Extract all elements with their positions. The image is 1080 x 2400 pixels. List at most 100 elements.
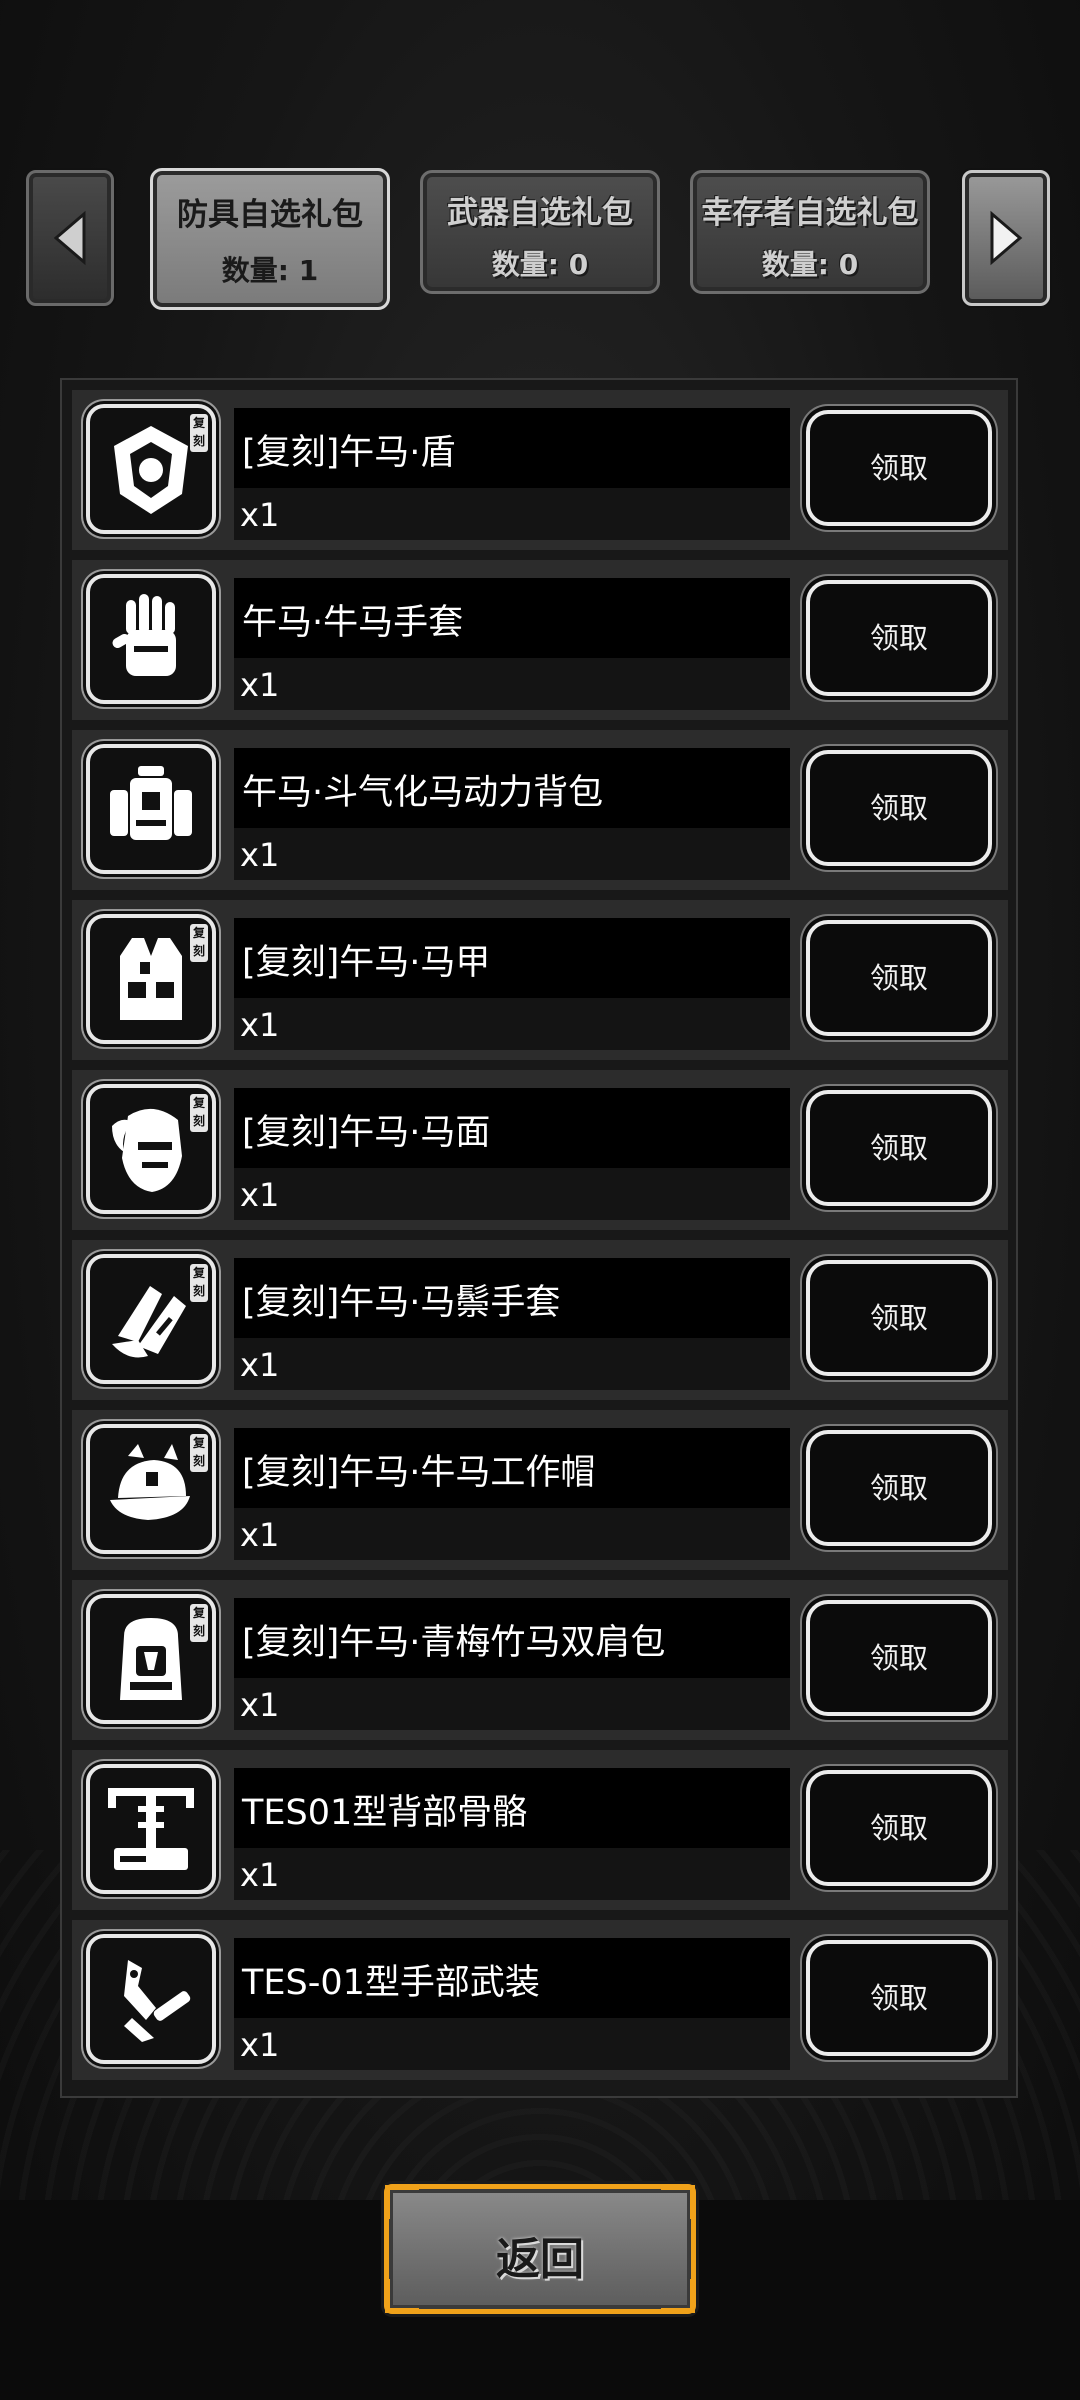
item-icon-frame <box>86 1764 216 1894</box>
item-qty: x1 <box>240 1856 280 1894</box>
item-name: 午马·牛马手套 <box>242 603 464 643</box>
item-icon-frame: 复刻 <box>86 1254 216 1384</box>
item-icon-frame: 复刻 <box>86 1424 216 1554</box>
item-qty-bar: x1 <box>234 1508 790 1560</box>
item-qty-bar: x1 <box>234 1168 790 1220</box>
list-item: 复刻 [复刻]午马·马鬃手套 x1 领取 <box>72 1240 1008 1400</box>
tab-count: 数量: 1 <box>221 254 319 287</box>
claim-button[interactable]: 领取 <box>806 410 992 526</box>
item-qty: x1 <box>240 1176 280 1214</box>
item-qty: x1 <box>240 666 280 704</box>
claim-button[interactable]: 领取 <box>806 1940 992 2056</box>
item-qty-bar: x1 <box>234 488 790 540</box>
tab-armor-pack[interactable]: 防具自选礼包 数量: 1 <box>150 168 390 310</box>
list-item: 复刻 [复刻]午马·盾 x1 领取 <box>72 390 1008 550</box>
claim-button[interactable]: 领取 <box>806 1770 992 1886</box>
tab-title: 武器自选礼包 <box>447 195 633 231</box>
item-icon-frame: 复刻 <box>86 404 216 534</box>
work-cap-icon <box>110 1444 190 1520</box>
tab-count: 数量: 0 <box>761 248 859 281</box>
tab-survivor-pack[interactable]: 幸存者自选礼包 数量: 0 <box>690 170 930 294</box>
item-icon-frame <box>86 744 216 874</box>
item-name-bar: [复刻]午马·马甲 <box>234 918 790 998</box>
item-list[interactable]: 复刻 [复刻]午马·盾 x1 领取 午马·牛马手套 x1 领取 午马·斗气化马动… <box>60 378 1018 2098</box>
back-button-label: 返回 <box>496 2234 584 2285</box>
rerun-badge: 复刻 <box>190 1094 208 1132</box>
rerun-badge: 复刻 <box>190 1604 208 1642</box>
back-exoskeleton-icon <box>108 1788 194 1870</box>
power-backpack-icon <box>110 766 192 840</box>
item-qty-bar: x1 <box>234 998 790 1050</box>
list-item: 复刻 [复刻]午马·马面 x1 领取 <box>72 1070 1008 1230</box>
claim-button[interactable]: 领取 <box>806 580 992 696</box>
vest-icon <box>120 938 182 1020</box>
item-qty: x1 <box>240 1346 280 1384</box>
item-qty-bar: x1 <box>234 828 790 880</box>
rerun-badge: 复刻 <box>190 1264 208 1302</box>
item-icon-frame: 复刻 <box>86 914 216 1044</box>
item-icon-frame <box>86 574 216 704</box>
item-icon-frame: 复刻 <box>86 1084 216 1214</box>
item-qty-bar: x1 <box>234 658 790 710</box>
corner-ornament <box>661 2185 695 2219</box>
item-name: [复刻]午马·青梅竹马双肩包 <box>242 1623 666 1663</box>
item-qty: x1 <box>240 496 280 534</box>
item-qty-bar: x1 <box>234 1848 790 1900</box>
item-qty: x1 <box>240 1686 280 1724</box>
back-button[interactable]: 返回 <box>384 2184 696 2314</box>
item-name: [复刻]午马·马鬃手套 <box>242 1283 561 1323</box>
horse-mask-icon <box>112 1108 182 1192</box>
tab-weapon-pack[interactable]: 武器自选礼包 数量: 0 <box>420 170 660 294</box>
item-qty: x1 <box>240 836 280 874</box>
item-qty-bar: x1 <box>234 1678 790 1730</box>
list-item: 午马·斗气化马动力背包 x1 领取 <box>72 730 1008 890</box>
claim-button[interactable]: 领取 <box>806 750 992 866</box>
item-name: [复刻]午马·马甲 <box>242 943 491 983</box>
corner-ornament <box>385 2185 419 2219</box>
rerun-badge: 复刻 <box>190 414 208 452</box>
item-name-bar: TES-01型手部武装 <box>234 1938 790 2018</box>
item-qty-bar: x1 <box>234 1338 790 1390</box>
item-name: [复刻]午马·马面 <box>242 1113 491 1153</box>
rerun-badge: 复刻 <box>190 924 208 962</box>
arm-weapon-icon <box>124 1960 191 2042</box>
item-name-bar: [复刻]午马·牛马工作帽 <box>234 1428 790 1508</box>
backpack-icon <box>120 1618 182 1700</box>
glove-icon <box>112 594 176 676</box>
item-name: [复刻]午马·牛马工作帽 <box>242 1453 596 1493</box>
tab-title: 幸存者自选礼包 <box>701 195 919 231</box>
item-name-bar: [复刻]午马·盾 <box>234 408 790 488</box>
item-qty: x1 <box>240 1006 280 1044</box>
tab-count: 数量: 0 <box>491 248 589 281</box>
item-name-bar: [复刻]午马·青梅竹马双肩包 <box>234 1598 790 1678</box>
claim-button[interactable]: 领取 <box>806 920 992 1036</box>
item-name: 午马·斗气化马动力背包 <box>242 773 604 813</box>
item-qty: x1 <box>240 1516 280 1554</box>
item-name: TES01型背部骨骼 <box>242 1793 528 1833</box>
tab-title: 防具自选礼包 <box>177 197 363 233</box>
chevron-left-icon <box>53 210 86 266</box>
rerun-badge: 复刻 <box>190 1434 208 1472</box>
item-name-bar: 午马·斗气化马动力背包 <box>234 748 790 828</box>
claim-button[interactable]: 领取 <box>806 1600 992 1716</box>
shield-icon <box>114 426 188 514</box>
item-qty-bar: x1 <box>234 2018 790 2070</box>
mane-glove-icon <box>112 1286 186 1358</box>
list-item: 复刻 [复刻]午马·牛马工作帽 x1 领取 <box>72 1410 1008 1570</box>
list-item: 复刻 [复刻]午马·马甲 x1 领取 <box>72 900 1008 1060</box>
claim-button[interactable]: 领取 <box>806 1090 992 1206</box>
claim-button[interactable]: 领取 <box>806 1430 992 1546</box>
item-qty: x1 <box>240 2026 280 2064</box>
item-icon-frame <box>86 1934 216 2064</box>
item-icon-frame: 复刻 <box>86 1594 216 1724</box>
item-name: [复刻]午马·盾 <box>242 433 456 473</box>
item-name-bar: TES01型背部骨骼 <box>234 1768 790 1848</box>
item-name-bar: 午马·牛马手套 <box>234 578 790 658</box>
chevron-right-icon <box>990 210 1023 266</box>
prev-tab-button[interactable] <box>26 170 114 306</box>
claim-button[interactable]: 领取 <box>806 1260 992 1376</box>
next-tab-button[interactable] <box>962 170 1050 306</box>
list-item: 午马·牛马手套 x1 领取 <box>72 560 1008 720</box>
list-item: TES01型背部骨骼 x1 领取 <box>72 1750 1008 1910</box>
item-name: TES-01型手部武装 <box>242 1963 540 2003</box>
